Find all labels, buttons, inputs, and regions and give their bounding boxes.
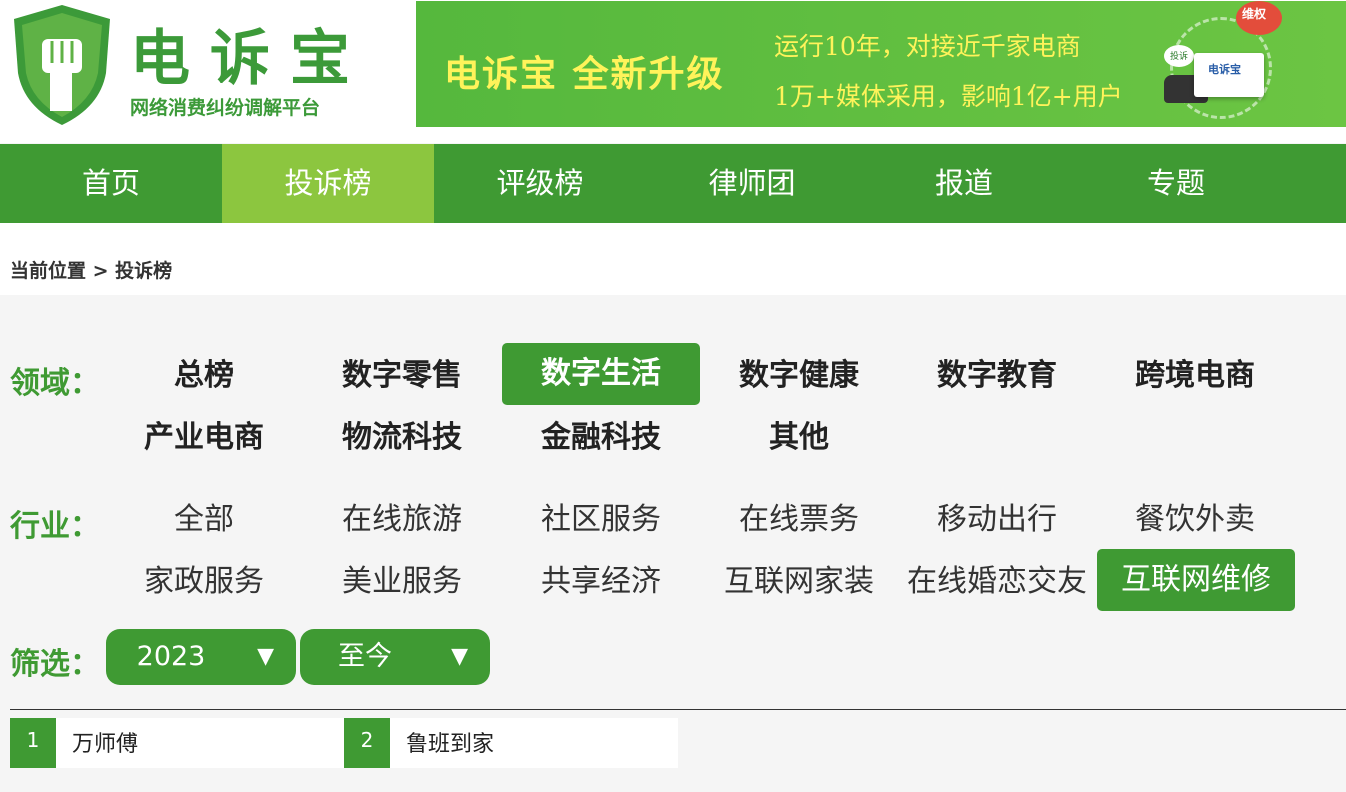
nav-lawyer-team[interactable]: 律师团 — [646, 144, 858, 223]
domain-tag-digital-health[interactable]: 数字健康 — [700, 345, 898, 407]
industry-tag-all[interactable]: 全部 — [105, 489, 303, 551]
industry-tag-internet-repair[interactable]: 互联网维修 — [1097, 549, 1295, 611]
domain-tag-logistics-tech[interactable]: 物流科技 — [303, 407, 501, 469]
domain-tag-digital-life[interactable]: 数字生活 — [502, 343, 700, 405]
range-dropdown[interactable]: 至今 ▼ — [300, 629, 490, 685]
nav-reports[interactable]: 报道 — [858, 144, 1070, 223]
range-dropdown-value: 至今 — [338, 641, 392, 672]
divider — [10, 709, 1346, 710]
result-item[interactable]: 1 万师傅 — [10, 718, 344, 768]
main-nav: 首页 投诉榜 评级榜 律师团 报道 专题 — [0, 144, 1346, 223]
banner-line-2: 1万+媒体采用，影响1亿+用户 — [774, 82, 1123, 111]
promo-banner[interactable]: 电诉宝 全新升级 运行10年，对接近千家电商 1万+媒体采用，影响1亿+用户 维… — [416, 1, 1346, 127]
badge-text: 维权 — [1242, 7, 1267, 21]
nav-complaint-ranking[interactable]: 投诉榜 — [222, 144, 434, 223]
domain-tag-fintech[interactable]: 金融科技 — [502, 407, 700, 469]
domain-tag-industrial-ecommerce[interactable]: 产业电商 — [105, 407, 303, 469]
triangle-down-icon: ▼ — [257, 644, 274, 669]
domain-tag-digital-education[interactable]: 数字教育 — [898, 345, 1096, 407]
industry-tag-mobile-travel[interactable]: 移动出行 — [898, 489, 1096, 551]
banner-line-1: 运行10年，对接近千家电商 — [774, 32, 1081, 61]
small-bubble-text: 投诉 — [1170, 52, 1189, 62]
site-logo[interactable]: 电诉宝 网络消费纠纷调解平台 — [0, 0, 410, 143]
industry-tag-food-delivery[interactable]: 餐饮外卖 — [1096, 489, 1294, 551]
year-dropdown[interactable]: 2023 ▼ — [106, 629, 296, 685]
domain-tag-all[interactable]: 总榜 — [105, 345, 303, 407]
domain-tag-digital-retail[interactable]: 数字零售 — [303, 345, 501, 407]
industry-tag-beauty-service[interactable]: 美业服务 — [303, 551, 501, 613]
result-item[interactable]: 2 鲁班到家 — [344, 718, 678, 768]
industry-label: 行业： — [10, 509, 100, 544]
industry-tag-online-ticketing[interactable]: 在线票务 — [700, 489, 898, 551]
industry-tag-internet-home-decor[interactable]: 互联网家装 — [700, 551, 898, 613]
rank-badge: 1 — [10, 718, 56, 768]
triangle-down-icon: ▼ — [451, 644, 468, 669]
year-dropdown-value: 2023 — [136, 641, 206, 672]
domain-tag-other[interactable]: 其他 — [700, 407, 898, 469]
app-card-text: 电诉宝 — [1208, 63, 1241, 76]
site-header: 电诉宝 网络消费纠纷调解平台 电诉宝 全新升级 运行10年，对接近千家电商 1万… — [0, 0, 1346, 143]
shield-fist-icon — [14, 5, 110, 125]
industry-tag-online-travel[interactable]: 在线旅游 — [303, 489, 501, 551]
banner-illustration: 维权 投诉 电诉宝 — [1148, 1, 1346, 127]
industry-tag-online-dating[interactable]: 在线婚恋交友 — [898, 551, 1096, 613]
logo-subtitle: 网络消费纠纷调解平台 — [130, 97, 321, 119]
breadcrumb-bar — [0, 223, 1346, 295]
company-name: 万师傅 — [72, 732, 139, 757]
logo-title: 电诉宝 — [130, 24, 370, 94]
industry-tag-community-service[interactable]: 社区服务 — [502, 489, 700, 551]
filter-label: 筛选： — [10, 647, 100, 682]
industry-tag-sharing-economy[interactable]: 共享经济 — [502, 551, 700, 613]
nav-topics[interactable]: 专题 — [1070, 144, 1282, 223]
industry-tag-housekeeping[interactable]: 家政服务 — [105, 551, 303, 613]
nav-rating-ranking[interactable]: 评级榜 — [434, 144, 646, 223]
banner-headline: 电诉宝 全新升级 — [444, 53, 725, 95]
domain-tag-cross-border[interactable]: 跨境电商 — [1096, 345, 1294, 407]
domain-label: 领域： — [10, 366, 100, 401]
company-name: 鲁班到家 — [406, 732, 495, 757]
nav-home[interactable]: 首页 — [0, 144, 222, 223]
rank-badge: 2 — [344, 718, 390, 768]
breadcrumb: 当前位置 > 投诉榜 — [10, 260, 173, 282]
